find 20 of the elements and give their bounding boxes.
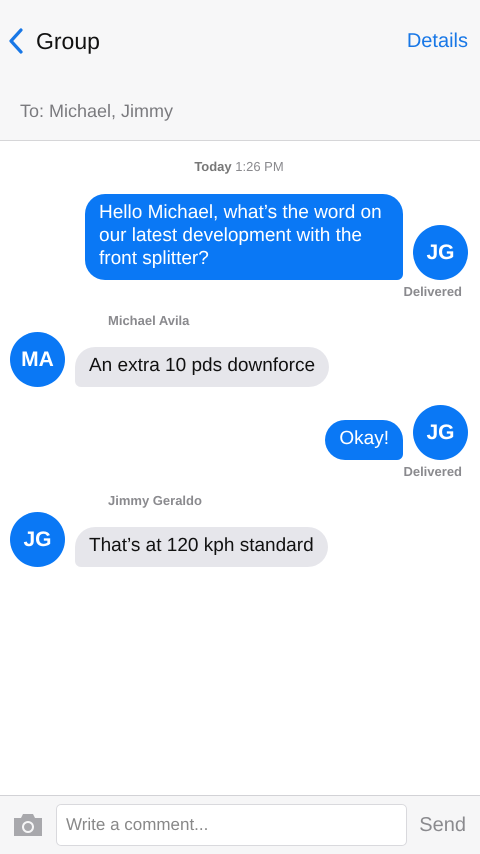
timestamp: Today 1:26 PM: [194, 159, 284, 174]
sender-name: Michael Avila: [108, 313, 190, 328]
sender-name: Jimmy Geraldo: [108, 493, 203, 508]
message-bubble: Hello Michael, what’s the word on our latest development with the front splitter?: [85, 194, 403, 280]
camera-icon[interactable]: [12, 813, 44, 837]
avatar: MA: [10, 332, 65, 388]
message-bubble: Okay!: [325, 420, 403, 460]
recipients-field[interactable]: To: Michael, Jimmy: [0, 82, 480, 141]
details-button[interactable]: Details: [406, 30, 468, 52]
send-button[interactable]: Send: [419, 814, 466, 836]
avatar: JG: [413, 405, 468, 460]
delivery-status: Delivered: [403, 284, 462, 300]
message-bubble: An extra 10 pds downforce: [75, 346, 330, 388]
comment-input[interactable]: Write a comment...: [56, 804, 408, 846]
back-icon: [8, 28, 24, 54]
delivery-status: Delivered: [403, 464, 462, 480]
message-bubble: That’s at 120 kph standard: [75, 526, 328, 568]
avatar: JG: [413, 225, 468, 280]
back-button[interactable]: Group: [8, 28, 100, 54]
avatar: JG: [10, 512, 65, 568]
